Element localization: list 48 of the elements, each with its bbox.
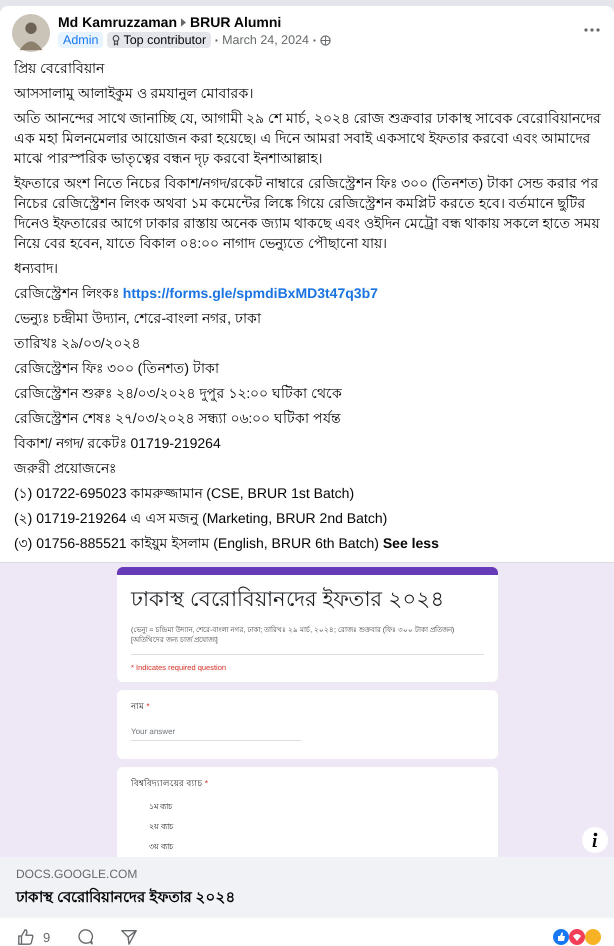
send-icon[interactable] <box>120 928 138 946</box>
form-screenshot[interactable] <box>0 562 614 857</box>
post-text: রেজিস্ট্রেশন শুরুঃ ২৪/০৩/২০২৪ দুপুর ১২:০০ ঘটিকা থেকে <box>14 384 344 403</box>
post-text: (৩) 01756-885521 কাইয়ুম ইসলাম (English, BRUR 6th Batch) <box>14 535 379 551</box>
info-icon[interactable] <box>582 827 608 853</box>
reactions-icon[interactable] <box>552 928 604 946</box>
post-text: আসসালামু আলাইকুম ও রমযানুল মোবারক। <box>14 84 255 103</box>
more-options-icon[interactable] <box>584 28 600 32</box>
post-text: জরুরী প্রয়োজনেঃ <box>14 458 117 478</box>
form-title: ঢাকাস্থ বেরোবিয়ানদের ইফতার ২০২৪ <box>131 586 446 613</box>
avatar-icon[interactable] <box>12 14 50 52</box>
post-text: অতি আনন্দের সাথে জানাচ্ছি যে, আগামী ২৯ শে মার্চ, ২০২৪ রোজ শুক্রবার ঢাকাস্থ সাবেক বেরোবিয়ানদের এক মহা মিলনমেলার আয়োজন করা হয়েছে। এ দিনে আমরা সবাই একসাথে ইফতার করবো এবং আমাদের মাঝে পারস্পরিক ভাতৃত্বের বন্ধন দৃঢ় করবো ইনশাআল্লাহ। <box>14 108 602 168</box>
separator-dot <box>312 38 316 42</box>
post-text: রেজিস্ট্রেশন ফিঃ ৩০০ (তিনশত) টাকা <box>14 358 220 378</box>
admin-badge: Admin <box>58 32 104 48</box>
see-less-link[interactable]: See less <box>382 535 439 551</box>
question-label: বিশ্ববিদ্যালয়ের ব্যাচ <box>131 778 202 788</box>
post-text: (২) 01719-219264 এ এস মজনু (Marketing, BRUR 2nd Batch) <box>14 509 388 528</box>
caret-icon <box>181 18 186 26</box>
choice-option[interactable]: ১ম ব্যাচ <box>131 800 484 820</box>
post-text: বিকাশ/ নগদ/ রকেটঃ 01719-219264 <box>14 434 222 453</box>
post-text: রেজিস্ট্রেশন লিংকঃ <box>14 285 119 301</box>
question-label: নাম <box>131 701 144 711</box>
post-text: ধন্যবাদ। <box>14 259 59 278</box>
group-name[interactable]: BRUR Alumni <box>190 14 282 30</box>
like-icon[interactable] <box>17 928 35 946</box>
author-name[interactable]: Md Kamruzzaman <box>58 14 178 30</box>
required-mark: * <box>204 778 208 788</box>
post-text: ইফতারে অংশ নিতে নিচের বিকাশ/নগদ/রকেট নাম্বারে রেজিস্ট্রেশন ফিঃ ৩০০ (তিনশত) টাকা সেন্ড করার পর নিচের রেজিস্ট্রেশন লিংক অথবা ১ম কমেন্টের লিঙ্কে গিয়ে রেজিস্ট্রেশন কমপ্লিট করতে হবে। বর্তমানে ছুটির দিনেও ইফতারের আগে ঢাকার রাস্তায় অনেক জ্যাম থাকছে এবং ওইদিন মেট্রো বন্ধ থাকায় সকলে হাতে সময় নিয়ে বের হবেন, যাতে বিকাল ০৪:০০ নাগাদ ভেন্যুতে পৌছানো যায়। <box>14 174 601 253</box>
required-mark: * <box>146 701 150 711</box>
like-count: 9 <box>43 930 50 944</box>
post-text: (১) 01722-695023 কামরুজ্জামান (CSE, BRUR 1st Batch) <box>14 484 356 503</box>
choice-option[interactable]: ৩য় ব্যাচ <box>131 840 484 857</box>
separator-dot <box>215 38 218 42</box>
registration-link[interactable]: https://forms.gle/spmdiBxMD3t47q3b7 <box>122 285 378 301</box>
comment-icon[interactable] <box>76 928 94 946</box>
post-text: তারিখঃ ২৯/০৩/২০২৪ <box>14 334 142 353</box>
audience-icon[interactable] <box>320 34 331 46</box>
post-text: প্রিয় বেরোবিয়ান <box>14 59 106 78</box>
link-domain: DOCS.GOOGLE.COM <box>16 867 138 881</box>
answer-field[interactable]: Your answer <box>131 723 301 741</box>
choice-option[interactable]: ২য় ব্যাচ <box>131 820 484 840</box>
link-preview-bar[interactable]: DOCS.GOOGLE.COM ঢাকাস্থ বেরোবিয়ানদের ইফতার ২০২৪ <box>0 857 614 918</box>
post-text: রেজিস্ট্রেশন শেষঃ ২৭/০৩/২০২৪ সন্ধ্যা ০৬:০০ ঘটিকা পর্যন্ত <box>14 408 342 428</box>
post-text: ভেন্যুঃ চন্দ্রীমা উদ্যান, শেরে-বাংলা নগর, ঢাকা <box>14 308 262 328</box>
post-date[interactable]: March 24, 2024 <box>222 33 309 47</box>
link-title: ঢাকাস্থ বেরোবিয়ানদের ইফতার ২০২৪ <box>16 886 237 908</box>
contributor-badge: Top contributor <box>107 32 212 48</box>
